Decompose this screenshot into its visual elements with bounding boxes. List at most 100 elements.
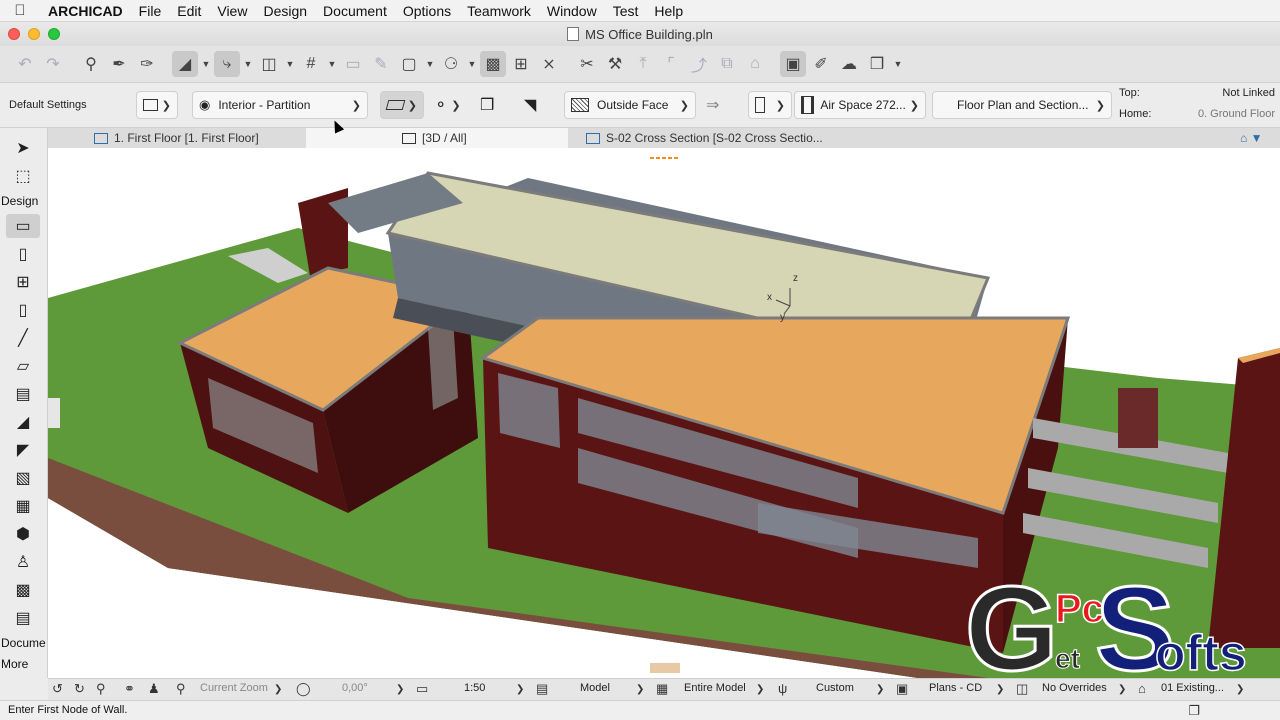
overrides-value[interactable]: No Overrides: [1042, 682, 1107, 694]
slanted-wall-button[interactable]: ◥: [518, 91, 552, 119]
arrow-tool-icon[interactable]: ➤: [6, 136, 40, 160]
lock-dropdown-icon[interactable]: ▼: [466, 59, 478, 69]
overrides-chevron-icon[interactable]: ❯: [1118, 684, 1126, 695]
show-hide-icon[interactable]: ▢: [396, 51, 422, 77]
angle-chevron-icon[interactable]: ❯: [396, 684, 404, 695]
rotate-view-icon[interactable]: ↺: [52, 681, 63, 697]
left-edge-handle[interactable]: [48, 398, 60, 428]
bottom-edge-handle[interactable]: [650, 663, 680, 673]
dimension-icon[interactable]: ⊞: [508, 51, 534, 77]
toolbox-more-label[interactable]: More: [0, 657, 28, 671]
door-tool-icon[interactable]: ▯: [6, 242, 40, 266]
zoom-window-button[interactable]: [48, 28, 60, 40]
renovation-chevron-icon[interactable]: ❯: [1236, 684, 1244, 695]
floor-plan-display-selector[interactable]: Floor Plan and Section... ❯: [932, 91, 1112, 119]
curtain-wall-tool-icon[interactable]: ▦: [6, 494, 40, 518]
zone-tool-icon[interactable]: ▩: [6, 578, 40, 602]
beam-tool-icon[interactable]: ╱: [6, 326, 40, 350]
inject-parameters-icon[interactable]: ✑: [134, 51, 160, 77]
menu-view[interactable]: View: [209, 3, 255, 19]
close-window-button[interactable]: [8, 28, 20, 40]
scale-value[interactable]: 1:50: [464, 682, 485, 694]
marquee-tool-icon[interactable]: ⬚: [6, 164, 40, 188]
morph-tool-icon[interactable]: ⬢: [6, 522, 40, 546]
layer-chevron-icon[interactable]: ❯: [636, 684, 644, 695]
pen-chevron-icon[interactable]: ❯: [876, 684, 884, 695]
railing-tool-icon[interactable]: ▤: [6, 606, 40, 630]
model-view-chevron-icon[interactable]: ❯: [996, 684, 1004, 695]
model-view-value[interactable]: Plans - CD: [929, 682, 982, 694]
minimize-window-button[interactable]: [28, 28, 40, 40]
view-value[interactable]: Entire Model: [684, 682, 746, 694]
roof-tool-icon[interactable]: ◢: [6, 410, 40, 434]
apple-menu-icon[interactable]: : [0, 2, 40, 19]
pick-up-parameters-icon[interactable]: ✒: [106, 51, 132, 77]
structure-selector[interactable]: ◉ Interior - Partition ❯: [192, 91, 368, 119]
slab-tool-icon[interactable]: ▱: [6, 354, 40, 378]
toolbox-document-label[interactable]: Docume: [0, 636, 46, 650]
menu-document[interactable]: Document: [315, 3, 395, 19]
walk-icon[interactable]: ♟: [148, 681, 160, 697]
column-tool-icon[interactable]: ▯: [6, 298, 40, 322]
navigator-icon[interactable]: ⌂ ▼: [1234, 128, 1280, 148]
gravity-dropdown-icon[interactable]: ▼: [284, 59, 296, 69]
window-tool-icon[interactable]: ⊞: [6, 270, 40, 294]
3d-view-dropdown-icon[interactable]: ▼: [892, 59, 904, 69]
menu-design[interactable]: Design: [255, 3, 315, 19]
guide-dropdown-icon[interactable]: ▼: [242, 59, 254, 69]
tab-cross-section[interactable]: S-02 Cross Section [S-02 Cross Sectio...: [580, 128, 828, 148]
guide-lines-icon[interactable]: ⤷: [214, 51, 240, 77]
menu-file[interactable]: File: [131, 3, 170, 19]
curved-wall-button[interactable]: ⚬ ❯: [428, 91, 466, 119]
zoom-chevron-icon[interactable]: ❯: [274, 684, 282, 695]
reference-offset-button[interactable]: ⇒: [700, 91, 740, 119]
offset-icon[interactable]: ⧉: [714, 51, 740, 77]
menu-help[interactable]: Help: [646, 3, 691, 19]
shell-tool-icon[interactable]: ◤: [6, 438, 40, 462]
undo-icon[interactable]: ↶: [12, 51, 38, 77]
ruler-icon[interactable]: ◢: [172, 51, 198, 77]
picture-in-picture-icon[interactable]: ❐: [1188, 703, 1200, 719]
reference-line-selector[interactable]: Outside Face ❯: [564, 91, 696, 119]
roof-icon[interactable]: ⌂: [742, 51, 768, 77]
split-icon[interactable]: ✂: [574, 51, 600, 77]
home-value[interactable]: 0. Ground Floor: [1160, 108, 1275, 120]
gravity-icon[interactable]: ◫: [256, 51, 282, 77]
select-box-icon[interactable]: ▣: [780, 51, 806, 77]
lock-icon[interactable]: ⚆: [438, 51, 464, 77]
angle-value[interactable]: 0,00°: [342, 682, 368, 694]
adjust-icon[interactable]: ⚒: [602, 51, 628, 77]
menu-window[interactable]: Window: [539, 3, 605, 19]
fillet-icon[interactable]: ⌜: [658, 51, 684, 77]
pen-icon[interactable]: ✐: [808, 51, 834, 77]
scale-chevron-icon[interactable]: ❯: [516, 684, 524, 695]
menu-test[interactable]: Test: [605, 3, 647, 19]
object-tool-icon[interactable]: ♙: [6, 550, 40, 574]
zoom-menu-icon[interactable]: ⚲: [176, 681, 186, 697]
menu-options[interactable]: Options: [395, 3, 459, 19]
ruler-dropdown-icon[interactable]: ▼: [200, 59, 212, 69]
tab-first-floor[interactable]: 1. First Floor [1. First Floor]: [88, 128, 308, 148]
menu-edit[interactable]: Edit: [169, 3, 209, 19]
3d-view-icon[interactable]: ❒: [864, 51, 890, 77]
mesh-tool-icon[interactable]: ▧: [6, 466, 40, 490]
composite-selector[interactable]: Air Space 272... ❯: [794, 91, 926, 119]
wall-type-straight-button[interactable]: ❯: [380, 91, 424, 119]
renovation-value[interactable]: 01 Existing...: [1161, 682, 1224, 694]
wall-thickness-button[interactable]: ❯: [748, 91, 792, 119]
orbit-icon[interactable]: ⚭: [124, 681, 135, 697]
toolbox-design-label[interactable]: Design: [0, 194, 38, 208]
reference-icon[interactable]: ✎: [368, 51, 394, 77]
grid-dropdown-icon[interactable]: ▼: [326, 59, 338, 69]
trace-icon[interactable]: ▭: [340, 51, 366, 77]
intersect-icon[interactable]: ⨯: [536, 51, 562, 77]
menu-app[interactable]: ARCHICAD: [40, 3, 131, 19]
tab-3d-all[interactable]: [3D / All]: [306, 128, 568, 148]
view-chevron-icon[interactable]: ❯: [756, 684, 764, 695]
menu-teamwork[interactable]: Teamwork: [459, 3, 539, 19]
elevate-icon[interactable]: ⤒: [630, 51, 656, 77]
wall-geometry-button[interactable]: ❯: [136, 91, 178, 119]
show-dropdown-icon[interactable]: ▼: [424, 59, 436, 69]
suspend-groups-icon[interactable]: ▩: [480, 51, 506, 77]
find-select-icon[interactable]: ⚲: [78, 51, 104, 77]
